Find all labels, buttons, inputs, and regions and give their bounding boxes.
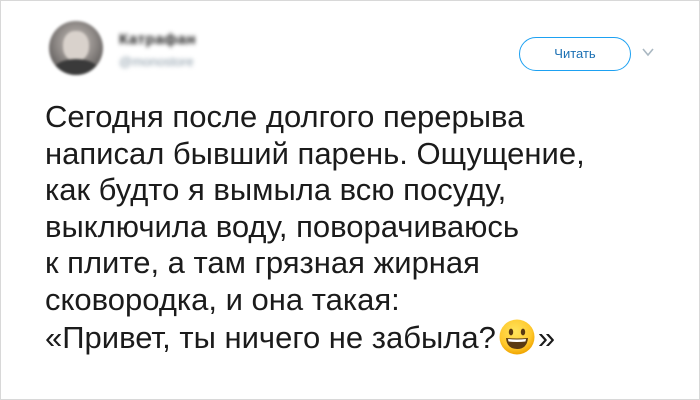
tweet-line: как будто я вымыла всю посуду, (45, 172, 507, 207)
avatar-body (53, 59, 99, 75)
tweet-line: Сегодня после долгого перерыва (45, 99, 525, 134)
grinning-face-emoji-icon (499, 319, 535, 355)
avatar[interactable] (49, 21, 103, 75)
tweet-line-last: «Привет, ты ничего не забыла? » (45, 318, 685, 357)
avatar-face (63, 31, 89, 61)
tweet-quote-close: » (537, 320, 556, 355)
tweet-line: сковородка, и она такая: (45, 281, 400, 317)
tweet-line: к плите, а там грязная жирная (45, 245, 480, 280)
tweet-line: написал бывший парень. Ощущение, (45, 135, 585, 171)
user-handle[interactable]: @monostore (119, 54, 194, 69)
tweet-quote-text: «Привет, ты ничего не забыла? (45, 320, 496, 355)
follow-button[interactable]: Читать (519, 37, 631, 71)
user-display-name[interactable]: Катрафан (119, 31, 196, 48)
chevron-down-icon[interactable] (642, 47, 654, 57)
tweet-line: выключила воду, поворачиваюсь (45, 208, 520, 244)
tweet-card: Катрафан @monostore Читать Сегодня после… (0, 0, 700, 400)
tweet-text: Сегодня после долгого перерыва написал б… (45, 99, 685, 357)
